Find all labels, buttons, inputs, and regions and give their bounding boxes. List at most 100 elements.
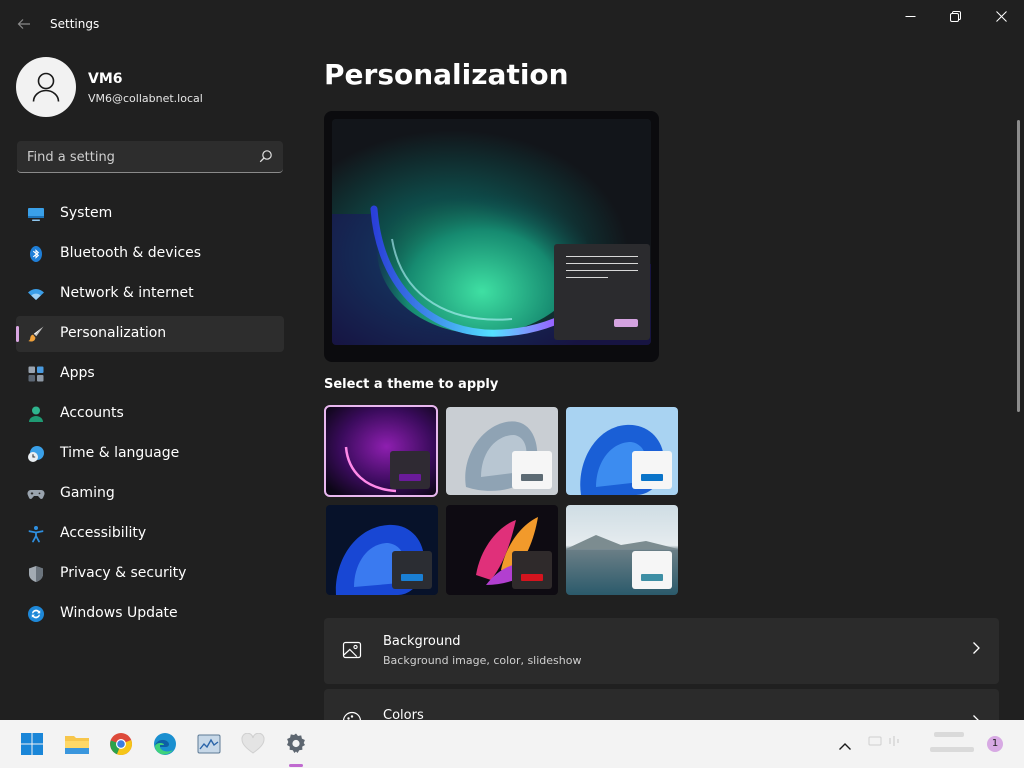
sidebar-nav: System Bluetooth & devices Network & int… bbox=[16, 196, 284, 636]
theme-accent-swatch bbox=[641, 474, 663, 481]
search-input[interactable] bbox=[17, 141, 259, 173]
theme-accent-swatch bbox=[521, 574, 543, 581]
start-button[interactable] bbox=[16, 728, 48, 760]
theme-mini-window bbox=[512, 551, 552, 589]
theme-light-blue-bloom[interactable] bbox=[566, 407, 678, 495]
person-placeholder-icon bbox=[32, 72, 60, 102]
sidebar-item-bluetooth[interactable]: Bluetooth & devices bbox=[16, 236, 284, 272]
resource-monitor-icon bbox=[197, 734, 221, 754]
close-button[interactable] bbox=[978, 0, 1024, 32]
theme-landscape-lake[interactable] bbox=[566, 505, 678, 595]
wifi-icon bbox=[28, 289, 44, 300]
start-icon bbox=[21, 733, 43, 755]
user-email: VM6@collabnet.local bbox=[88, 92, 203, 105]
sidebar-item-time-language[interactable]: Time & language bbox=[16, 436, 284, 472]
restore-button[interactable] bbox=[932, 0, 978, 32]
main-scrollbar[interactable] bbox=[1017, 120, 1020, 412]
title-bar: Settings bbox=[0, 0, 1024, 48]
back-button[interactable] bbox=[12, 12, 36, 36]
sidebar-item-privacy-security[interactable]: Privacy & security bbox=[16, 556, 284, 592]
sidebar-item-label: Accessibility bbox=[60, 525, 147, 541]
monitor-icon bbox=[28, 208, 44, 221]
sidebar-item-windows-update[interactable]: Windows Update bbox=[16, 596, 284, 632]
taskbar-edge[interactable] bbox=[149, 728, 181, 760]
desktop-preview-image bbox=[332, 119, 651, 345]
sidebar-item-label: Accounts bbox=[60, 405, 124, 421]
tray-status-icons bbox=[868, 736, 899, 746]
update-icon bbox=[28, 606, 44, 622]
restore-icon bbox=[949, 10, 961, 22]
network-volume-tray[interactable] bbox=[868, 734, 908, 751]
theme-mini-window bbox=[392, 551, 432, 589]
minimize-icon bbox=[905, 15, 915, 17]
theme-section-label: Select a theme to apply bbox=[324, 377, 499, 392]
taskbar-chrome[interactable] bbox=[105, 728, 137, 760]
user-name: VM6 bbox=[88, 71, 123, 87]
settings-search-box[interactable] bbox=[17, 141, 283, 173]
theme-mini-window bbox=[632, 451, 672, 489]
person-icon bbox=[29, 406, 43, 422]
sidebar-item-label: Privacy & security bbox=[60, 565, 187, 581]
card-title: Colors bbox=[383, 708, 424, 720]
theme-accent-swatch bbox=[399, 474, 421, 481]
avatar[interactable] bbox=[16, 57, 76, 117]
edge-icon bbox=[154, 733, 176, 755]
colors-setting-card[interactable]: Colors bbox=[324, 689, 999, 720]
apps-icon bbox=[28, 366, 44, 382]
clock-area[interactable] bbox=[928, 728, 976, 761]
sidebar-item-label: System bbox=[60, 205, 113, 221]
accent-button-preview bbox=[614, 319, 638, 327]
back-arrow-icon bbox=[17, 19, 30, 29]
taskbar-file-explorer[interactable] bbox=[61, 728, 93, 760]
sidebar-item-system[interactable]: System bbox=[16, 196, 284, 232]
sidebar-item-label: Bluetooth & devices bbox=[60, 245, 202, 261]
theme-dark-flower[interactable] bbox=[446, 505, 558, 595]
taskbar-heart-app[interactable] bbox=[237, 728, 269, 760]
taskbar bbox=[0, 720, 1024, 768]
card-subtitle: Background image, color, slideshow bbox=[383, 654, 582, 667]
theme-dark-blue-bloom[interactable] bbox=[326, 505, 438, 595]
bluetooth-icon bbox=[30, 246, 42, 262]
sidebar-item-apps[interactable]: Apps bbox=[16, 356, 284, 392]
chevron-right-icon bbox=[973, 642, 980, 654]
active-app-indicator bbox=[289, 764, 303, 767]
taskbar-settings[interactable] bbox=[280, 728, 312, 760]
sidebar-item-gaming[interactable]: Gaming bbox=[16, 476, 284, 512]
sidebar-item-label: Personalization bbox=[60, 325, 167, 341]
search-icon[interactable] bbox=[259, 149, 273, 163]
theme-mini-window bbox=[512, 451, 552, 489]
taskbar-resource-monitor[interactable] bbox=[193, 728, 225, 760]
file-explorer-icon bbox=[65, 736, 89, 754]
picture-icon bbox=[342, 641, 362, 659]
sidebar-item-label: Network & internet bbox=[60, 285, 194, 301]
sidebar-item-personalization[interactable]: Personalization bbox=[16, 316, 284, 352]
chevron-up-icon bbox=[839, 743, 851, 750]
sidebar-item-label: Windows Update bbox=[60, 605, 178, 621]
clock-globe-icon bbox=[28, 446, 44, 462]
sidebar-item-label: Time & language bbox=[60, 445, 180, 461]
page-title: Personalization bbox=[324, 58, 569, 91]
app-title: Settings bbox=[50, 17, 100, 31]
sidebar-item-label: Gaming bbox=[60, 485, 115, 501]
palette-icon bbox=[342, 711, 362, 720]
theme-accent-swatch bbox=[401, 574, 423, 581]
sample-window-preview bbox=[554, 244, 650, 340]
card-title: Background bbox=[383, 634, 461, 649]
notification-badge[interactable]: 1 bbox=[987, 736, 1003, 752]
background-setting-card[interactable]: Background Background image, color, slid… bbox=[324, 618, 999, 684]
theme-mini-window bbox=[632, 551, 672, 589]
sidebar-item-network[interactable]: Network & internet bbox=[16, 276, 284, 312]
heart-app-icon bbox=[241, 733, 265, 754]
show-hidden-icons-button[interactable] bbox=[838, 736, 852, 755]
sidebar-item-label: Apps bbox=[60, 365, 95, 381]
accessibility-icon bbox=[28, 526, 44, 543]
theme-light-grey-bloom[interactable] bbox=[446, 407, 558, 495]
theme-dark-purple[interactable] bbox=[324, 405, 438, 497]
minimize-button[interactable] bbox=[887, 0, 933, 32]
chrome-icon bbox=[110, 733, 132, 756]
theme-mini-window bbox=[390, 451, 430, 489]
sidebar-item-accounts[interactable]: Accounts bbox=[16, 396, 284, 432]
brush-icon bbox=[28, 326, 44, 342]
clock-faint-icon bbox=[930, 732, 974, 752]
sidebar-item-accessibility[interactable]: Accessibility bbox=[16, 516, 284, 552]
